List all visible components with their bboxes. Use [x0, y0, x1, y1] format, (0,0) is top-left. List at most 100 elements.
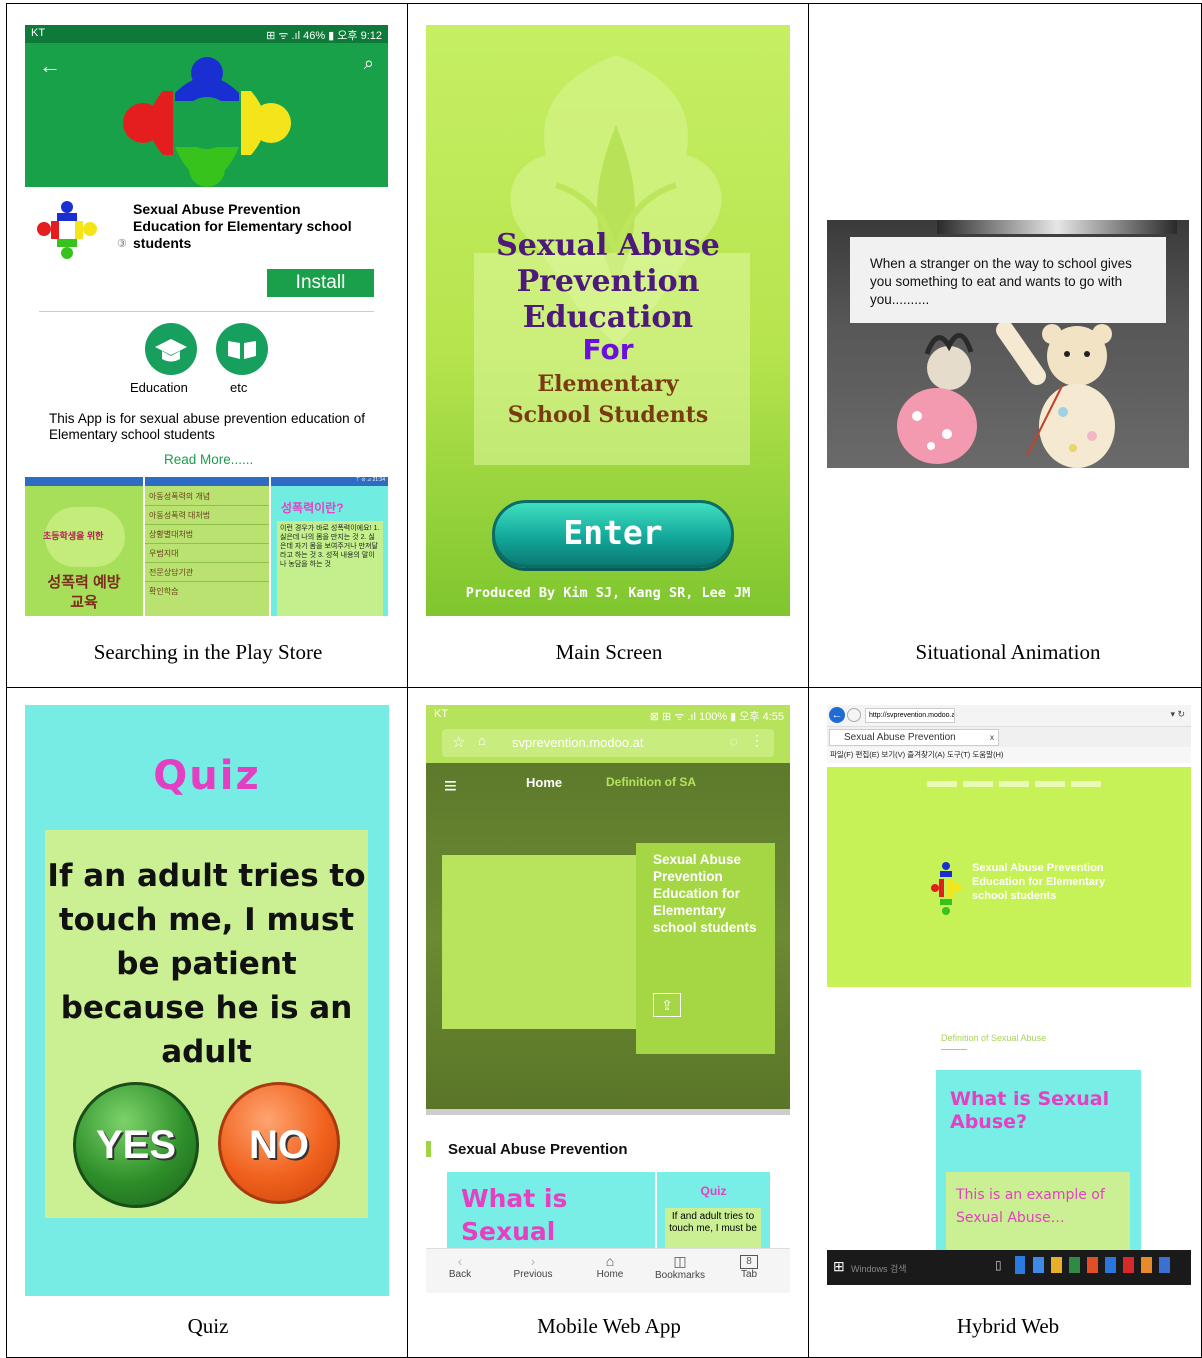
folder-icon[interactable]: [1051, 1257, 1062, 1273]
card-what-is-sa[interactable]: What is Sexual Abuse?: [447, 1172, 655, 1279]
play-store-screenshot: KT ⊞ ᯤ .ıl 46% ▮ 오후 9:12 ← ⌕ Sexual Abus…: [25, 25, 388, 616]
nav-item[interactable]: [927, 781, 957, 787]
address-bar[interactable]: ☆ ⌂ svprevention.modoo.at ◌ ⋮: [442, 729, 774, 757]
speech-bubble-text: When a stranger on the way to school giv…: [870, 256, 1132, 307]
task-view-icon[interactable]: ▯: [995, 1258, 1002, 1272]
search-icon[interactable]: ⌕: [364, 53, 374, 74]
taskbar-search[interactable]: Windows 검색: [851, 1262, 907, 1275]
site-logo-icon: [931, 862, 961, 915]
ie-address-row: ← http://svprevention.modoo.at/ ▾ ↻: [827, 705, 1191, 727]
ie-tab-row: Sexual Abuse Prevention x: [827, 727, 1191, 747]
definition-link[interactable]: Definition of Sexual Abuse: [941, 1033, 1046, 1043]
thumb1-title: 초등학생을 위한: [43, 531, 104, 541]
title-line-3: Education: [522, 300, 694, 335]
yes-button[interactable]: YES: [73, 1082, 199, 1208]
app-banner: ← ⌕: [25, 43, 388, 187]
nav-home[interactable]: Home: [526, 775, 562, 790]
star-icon[interactable]: ☆: [452, 733, 465, 751]
card2-title: Quiz: [700, 1184, 727, 1198]
lock-icon: ⌂: [478, 733, 486, 748]
table-border-col1: [407, 3, 408, 1358]
app-icon[interactable]: [1141, 1257, 1152, 1273]
install-button[interactable]: Install: [267, 269, 374, 297]
quiz-screenshot: Quiz If an adult tries to touch me, I mu…: [25, 705, 389, 1296]
caption-mobile-web-app: Mobile Web App: [537, 1314, 681, 1338]
thumb1-subtitle: 성폭력 예방 교육: [47, 574, 121, 611]
caption-situational-animation: Situational Animation: [915, 640, 1101, 664]
read-more-link[interactable]: Read More......: [164, 452, 253, 467]
education-label: Education: [130, 380, 188, 395]
app-logo-large: [123, 57, 291, 187]
hero-nav: [927, 781, 1127, 791]
explorer-icon[interactable]: [1033, 1257, 1044, 1273]
forward-icon: ›: [530, 1253, 536, 1269]
screenshot-thumb-1[interactable]: 초등학생을 위한 성폭력 예방 교육: [25, 477, 143, 616]
hero-text: Sexual Abuse Prevention Education for El…: [653, 852, 757, 935]
tab-tabs[interactable]: 8 Tab: [730, 1253, 768, 1280]
reload-icon[interactable]: ◌: [730, 733, 738, 749]
ie-icon[interactable]: [1105, 1257, 1116, 1273]
nav-definition[interactable]: Definition of SA: [606, 775, 696, 789]
windows-taskbar: ⊞ Windows 검색 ▯: [827, 1250, 1191, 1285]
tab-previous[interactable]: › Previous: [510, 1253, 556, 1280]
enter-button[interactable]: Enter: [492, 500, 734, 568]
title-line-5: School Students: [507, 402, 709, 428]
card-quiz[interactable]: Quiz If and adult tries to touch me, I m…: [657, 1172, 770, 1252]
title-line-1: Sexual Abuse: [496, 228, 720, 263]
hybrid-card[interactable]: What is Sexual Abuse? This is an example…: [936, 1070, 1141, 1252]
hamburger-menu-icon[interactable]: ≡: [444, 773, 457, 799]
card-title: What is Sexual Abuse?: [950, 1088, 1110, 1133]
tab-bookmarks[interactable]: ◫ Bookmarks: [652, 1253, 708, 1281]
tab-label: Tab: [740, 1269, 758, 1280]
caption-main-screen: Main Screen: [555, 640, 663, 664]
store-icon[interactable]: [1069, 1257, 1080, 1273]
edge-icon[interactable]: [1015, 1256, 1025, 1274]
app-title: Sexual Abuse Prevention Education for El…: [133, 201, 352, 251]
nav-item[interactable]: [1035, 781, 1065, 787]
thumb3-text: 이런 경우가 바로 성폭력이에요! 1. 싫은데 나의 몸을 만지는 것 2. …: [277, 521, 383, 616]
yes-label: YES: [95, 1123, 177, 1167]
plush-toys-image: [897, 321, 1115, 468]
education-category-icon[interactable]: [145, 323, 197, 375]
nav-item[interactable]: [1071, 781, 1101, 787]
browser-tab[interactable]: Sexual Abuse Prevention x: [829, 729, 999, 746]
table-border-row: [6, 687, 1202, 688]
thumb2-item: 아동성폭력 대처법: [145, 506, 269, 525]
forward-arrow-icon[interactable]: [847, 708, 861, 722]
back-arrow-icon[interactable]: ←: [829, 707, 845, 723]
acrobat-icon[interactable]: [1123, 1257, 1134, 1273]
rating-badge: ③: [117, 238, 127, 250]
home-icon: ⌂: [605, 1253, 615, 1269]
menu-bar[interactable]: 파일(F) 편집(E) 보기(V) 즐겨찾기(A) 도구(T) 도움말(H): [827, 747, 1191, 763]
screenshot-thumb-3[interactable]: ⊤ ⊙ ⊿ 21:34 성폭력이란? 이런 경우가 바로 성폭력이에요! 1. …: [271, 477, 388, 616]
refresh-icon[interactable]: ▾ ↻: [1170, 709, 1185, 720]
chrome-icon[interactable]: [1087, 1257, 1098, 1273]
speech-bubble: When a stranger on the way to school giv…: [850, 237, 1166, 323]
tab-home[interactable]: ⌂ Home: [590, 1253, 630, 1280]
hero-text-box: Sexual Abuse Prevention Education for El…: [636, 843, 775, 1054]
app-icon[interactable]: [1159, 1257, 1170, 1273]
windows-start-icon[interactable]: ⊞: [833, 1258, 845, 1275]
table-border-col2: [808, 3, 809, 1358]
no-button[interactable]: NO: [218, 1082, 340, 1204]
more-menu-icon[interactable]: ⋮: [750, 732, 764, 749]
title-line-2: Prevention: [516, 264, 700, 299]
nav-item[interactable]: [963, 781, 993, 787]
screenshot-thumb-2[interactable]: 아동성폭력의 개념 아동성폭력 대처법 상황별대처법 우범지대 전문상담기관 확…: [145, 477, 269, 616]
address-bar[interactable]: http://svprevention.modoo.at/: [865, 708, 955, 723]
carrier-label: KT: [31, 27, 46, 39]
back-arrow-icon[interactable]: ←: [39, 53, 61, 79]
section-marker: [426, 1141, 431, 1157]
etc-category-icon[interactable]: [216, 323, 268, 375]
tab-back[interactable]: ‹ Back: [440, 1253, 480, 1280]
title-for: For: [582, 333, 634, 366]
hybrid-web-screenshot: ← http://svprevention.modoo.at/ ▾ ↻ Sexu…: [827, 705, 1191, 1285]
nav-item[interactable]: [999, 781, 1029, 787]
main-screen-screenshot: Sexual Abuse Prevention Education For El…: [426, 25, 790, 616]
browser-toolbar: ☆ ⌂ svprevention.modoo.at ◌ ⋮: [426, 725, 790, 763]
share-icon[interactable]: ⇪: [653, 993, 681, 1017]
caption-quiz: Quiz: [187, 1314, 229, 1338]
title-line-4: Elementary: [537, 371, 679, 397]
hero-image: [442, 855, 642, 1029]
close-tab-icon[interactable]: x: [990, 730, 994, 745]
